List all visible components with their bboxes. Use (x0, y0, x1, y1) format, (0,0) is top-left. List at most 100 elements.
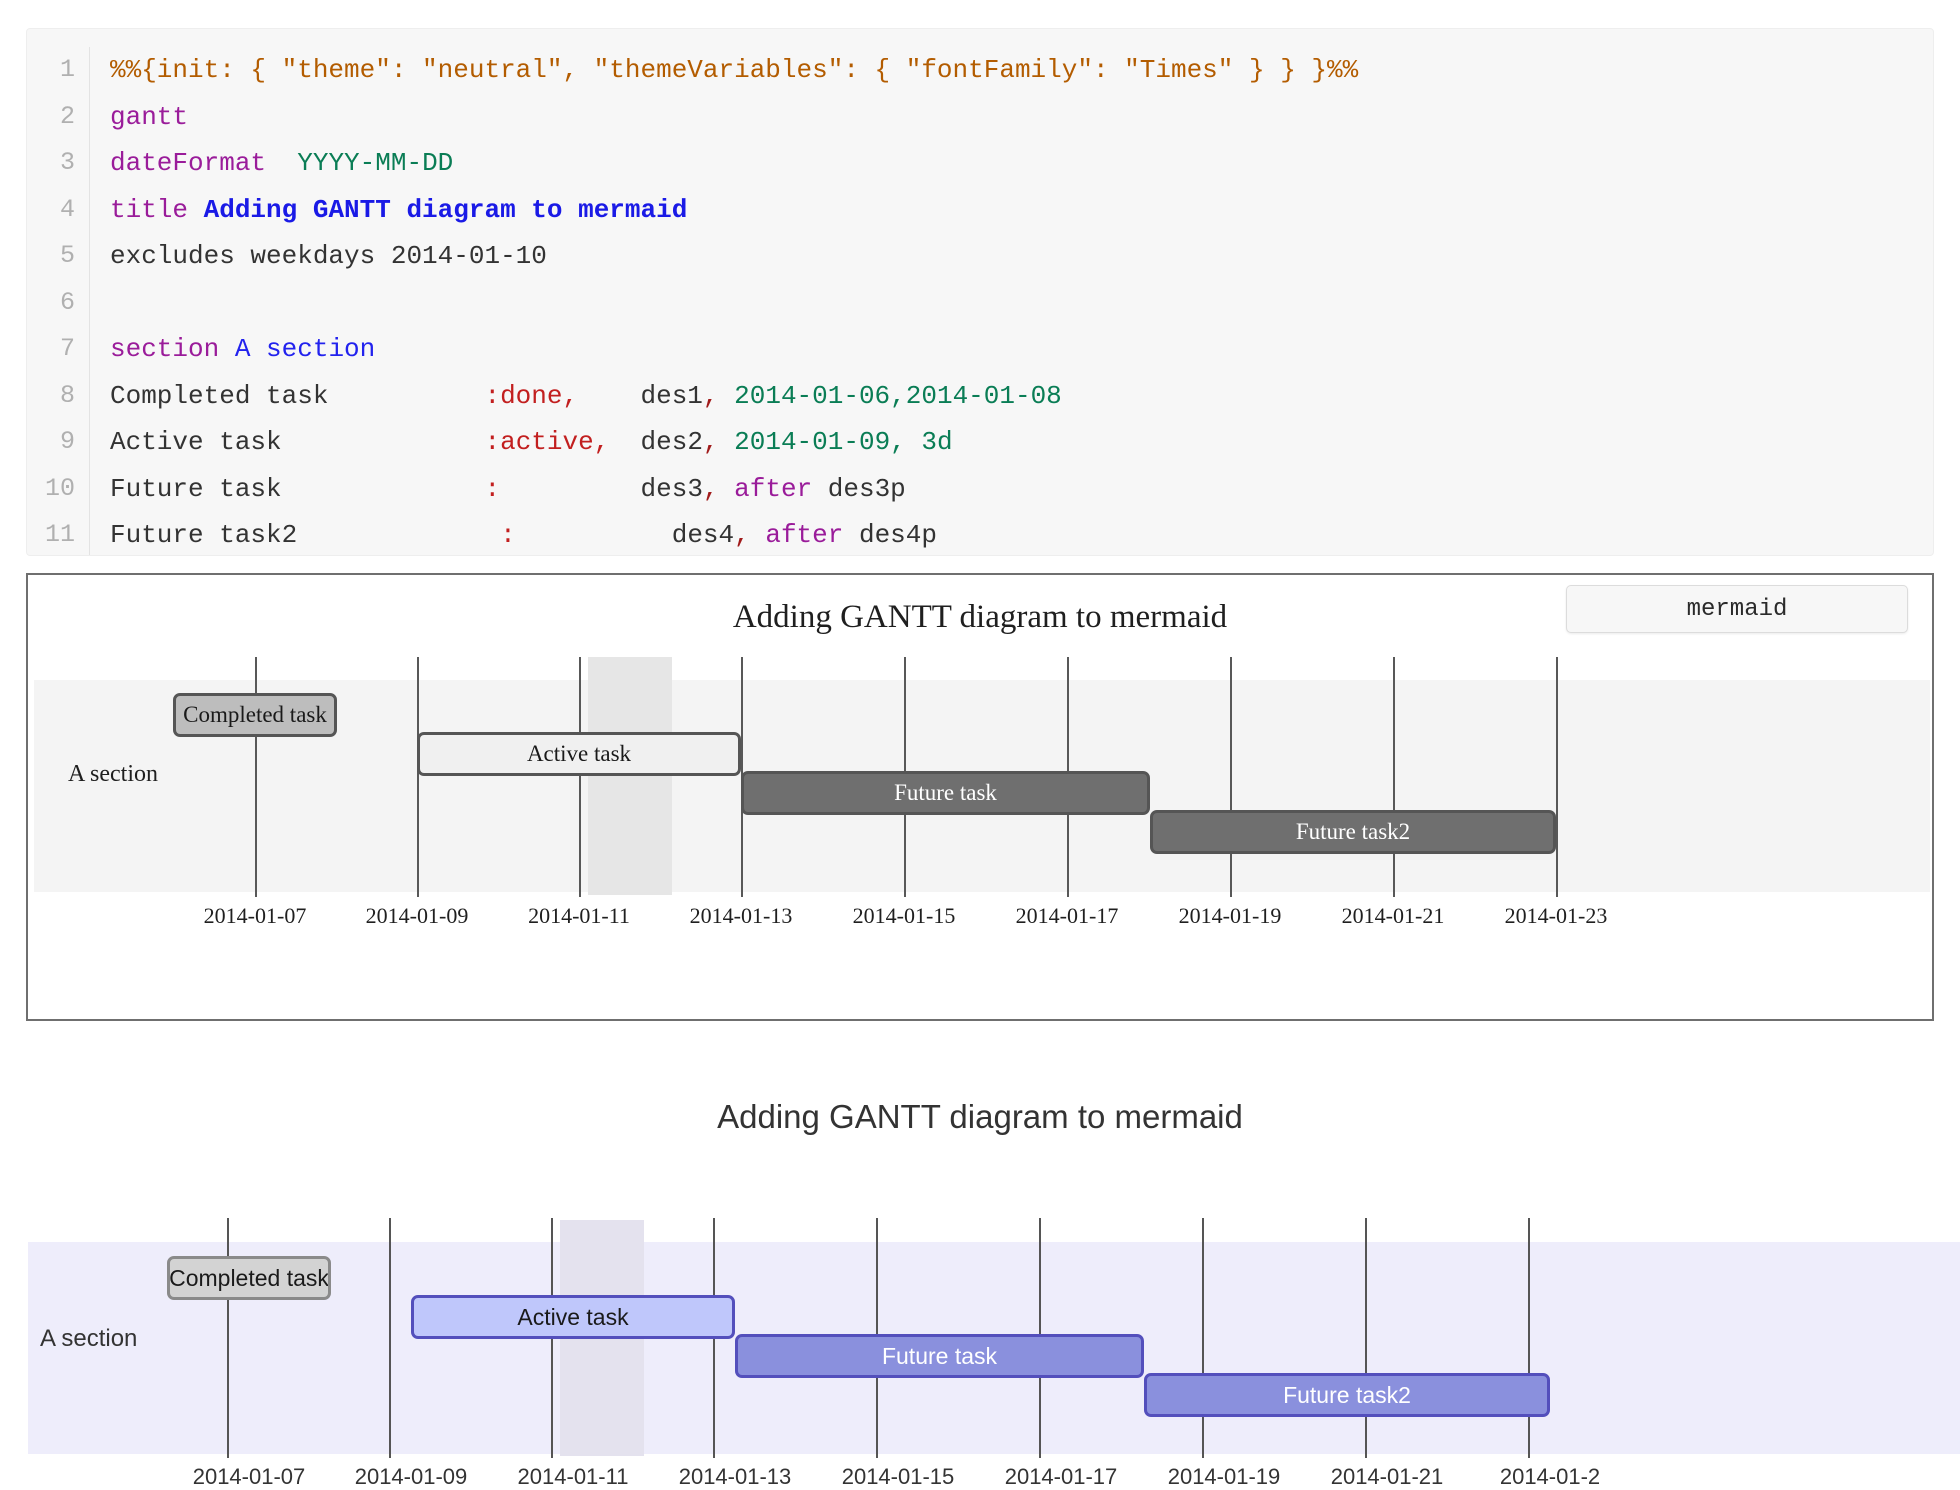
axis-tick-label: 2014-01-11 (528, 903, 630, 928)
code-token: des3 (500, 473, 703, 504)
axis-tick-label: 2014-01-21 (1341, 903, 1445, 928)
mermaid-badge[interactable]: mermaid (1566, 585, 1908, 633)
line-number: 5 (59, 241, 75, 270)
line-number: 4 (59, 194, 75, 224)
gridline (579, 657, 581, 897)
exclusion-band (588, 657, 672, 895)
section-label: A section (40, 1325, 138, 1352)
code-text[interactable]: Future task2 : des4, after des4p (90, 512, 937, 555)
code-token: 2014-01-06,2014-01-08 (718, 380, 1062, 411)
axis-tick-label: 2014-01-19 (1167, 1464, 1281, 1489)
line-number: 8 (59, 380, 75, 410)
line-number: 6 (59, 287, 75, 317)
axis-tick-label: 2014-01-21 (1330, 1464, 1444, 1489)
code-text[interactable]: %%{init: { "theme": "neutral", "themeVar… (90, 47, 1358, 94)
gantt-task-bar[interactable]: Future task2 (1150, 810, 1556, 854)
code-token: Completed task (110, 380, 329, 411)
code-text[interactable]: excludes weekdays 2014-01-10 (90, 233, 547, 280)
gantt-chart-default: Adding GANTT diagram to mermaid Complete… (0, 1080, 1960, 1489)
code-line: 8 Completed task :done, des1, 2014-01-06,… (27, 372, 1933, 420)
code-token: des4 (515, 520, 735, 550)
gantt-plot-area: Completed task Active task Future task Futu… (28, 575, 1932, 1019)
gridline (1365, 1218, 1367, 1458)
gantt-task-bar[interactable]: Future task (741, 771, 1150, 815)
code-token: dateFormat (110, 148, 267, 178)
code-token: des3p (812, 473, 906, 504)
gridline (417, 657, 419, 897)
gantt-task-bar[interactable]: Active task (411, 1295, 735, 1339)
code-token: title (110, 194, 189, 225)
gutter-divider (89, 279, 90, 326)
code-token: Future task (110, 473, 282, 504)
code-token: : (484, 473, 501, 504)
code-token: , (702, 473, 719, 504)
code-token: , (702, 380, 719, 411)
code-line: 7 section A section (27, 326, 1933, 373)
code-text[interactable]: dateFormat YYYY-MM-DD (90, 140, 453, 187)
code-token: Active task (110, 427, 282, 457)
code-line: 1 %%{init: { "theme": "neutral", "themeVa… (27, 47, 1933, 94)
line-number: 3 (59, 148, 75, 177)
gantt-task-label: Future task2 (1295, 819, 1411, 844)
code-text[interactable]: Active task :active, des2, 2014-01-09, 3… (90, 419, 953, 466)
code-line: 3 dateFormat YYYY-MM-DD (27, 140, 1933, 187)
gantt-plot-area: Completed task Active task Future task Futu… (0, 1080, 1960, 1489)
gridline (1202, 1218, 1204, 1458)
gantt-task-bar[interactable]: Active task (417, 732, 741, 776)
gantt-task-bar[interactable]: Completed task (167, 1256, 331, 1300)
gantt-task-label: Completed task (183, 702, 327, 727)
gantt-chart-neutral: Adding GANTT diagram to mermaid Complete… (26, 573, 1934, 1021)
axis-tick-label: 2014-01-2 (1499, 1464, 1601, 1489)
gantt-task-label: Completed task (169, 1264, 329, 1291)
code-line: 5 excludes weekdays 2014-01-10 (27, 233, 1933, 280)
code-token: excludes weekdays 2014-01-10 (110, 241, 547, 271)
code-token: :done, (484, 380, 579, 411)
code-token: %%{init: { "theme": "neutral", "themeVar… (110, 55, 1359, 85)
gridline (1528, 1218, 1530, 1458)
code-token: after (734, 473, 813, 504)
gantt-task-bar[interactable]: Future task (735, 1334, 1144, 1378)
code-token: des4p (843, 520, 937, 550)
section-label: A section (68, 761, 158, 787)
code-line: 11 Future task2 : des4, after des4p (27, 512, 1933, 555)
code-text[interactable]: section A section (90, 326, 375, 373)
line-number: 7 (59, 334, 75, 363)
code-token: section (110, 334, 220, 364)
code-lines[interactable]: 1 %%{init: { "theme": "neutral", "themeVa… (27, 29, 1933, 555)
code-token: YYYY-MM-DD (297, 148, 454, 178)
axis-tick-label: 2014-01-15 (852, 903, 956, 928)
code-line: 6 (27, 279, 1933, 326)
code-text[interactable]: Future task : des3, after des3p (90, 466, 906, 513)
gridline (227, 1218, 229, 1458)
code-token: gantt (110, 101, 189, 132)
code-token: :active, (484, 427, 610, 457)
code-token: 2014-01-09, 3d (718, 427, 953, 457)
code-token: des1 (578, 380, 703, 411)
gridline (1556, 657, 1558, 897)
axis-tick-label: 2014-01-23 (1504, 903, 1608, 928)
code-line: 4 title Adding GANTT diagram to mermaid (27, 186, 1933, 234)
gantt-task-label: Future task2 (1283, 1381, 1411, 1408)
gantt-task-label: Future task (894, 780, 997, 805)
code-text[interactable]: gantt (90, 94, 188, 141)
gridline (1230, 657, 1232, 897)
code-token: : (500, 520, 516, 550)
code-text[interactable]: title Adding GANTT diagram to mermaid (90, 187, 687, 234)
mermaid-code-block[interactable]: 1 %%{init: { "theme": "neutral", "themeVa… (26, 28, 1934, 556)
code-token: after (765, 520, 844, 550)
line-number: 10 (44, 473, 75, 503)
code-line: 10 Future task : des3, after des3p (27, 465, 1933, 513)
code-text[interactable]: Completed task :done, des1, 2014-01-06,2… (90, 373, 1062, 420)
axis-tick-label: 2014-01-09 (354, 1464, 468, 1489)
gridline (1393, 657, 1395, 897)
code-token: Future task2 (110, 520, 298, 550)
code-line: 2 gantt (27, 93, 1933, 141)
gantt-task-bar[interactable]: Future task2 (1144, 1373, 1550, 1417)
gantt-task-bar[interactable]: Completed task (173, 693, 337, 737)
axis-tick-label: 2014-01-19 (1178, 903, 1282, 928)
